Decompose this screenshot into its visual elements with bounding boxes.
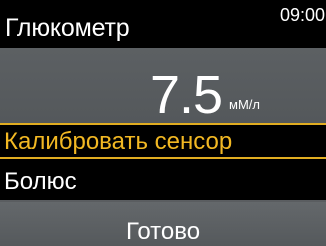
menu-item-bolus[interactable]: Болюс [0, 161, 326, 201]
menu-item-calibrate-sensor[interactable]: Калибровать сенсор [0, 123, 326, 159]
device-screen: Глюкометр 09:00 7.5 мМ/л Калибровать сен… [0, 0, 326, 246]
done-button-label: Готово [125, 218, 201, 245]
glucose-reading: 7.5 мМ/л [0, 48, 326, 125]
screen-title: Глюкометр [5, 14, 130, 42]
glucose-value: 7.5 [150, 65, 223, 125]
done-button[interactable]: Готово [0, 202, 326, 246]
clock-time: 09:00 [279, 5, 325, 25]
menu-item-label: Болюс [4, 168, 77, 195]
glucose-reading-panel: 7.5 мМ/л [0, 48, 326, 125]
glucose-unit: мМ/л [229, 97, 260, 112]
header-bar: Глюкометр 09:00 [0, 0, 326, 48]
menu-item-label: Калибровать сенсор [4, 128, 233, 155]
